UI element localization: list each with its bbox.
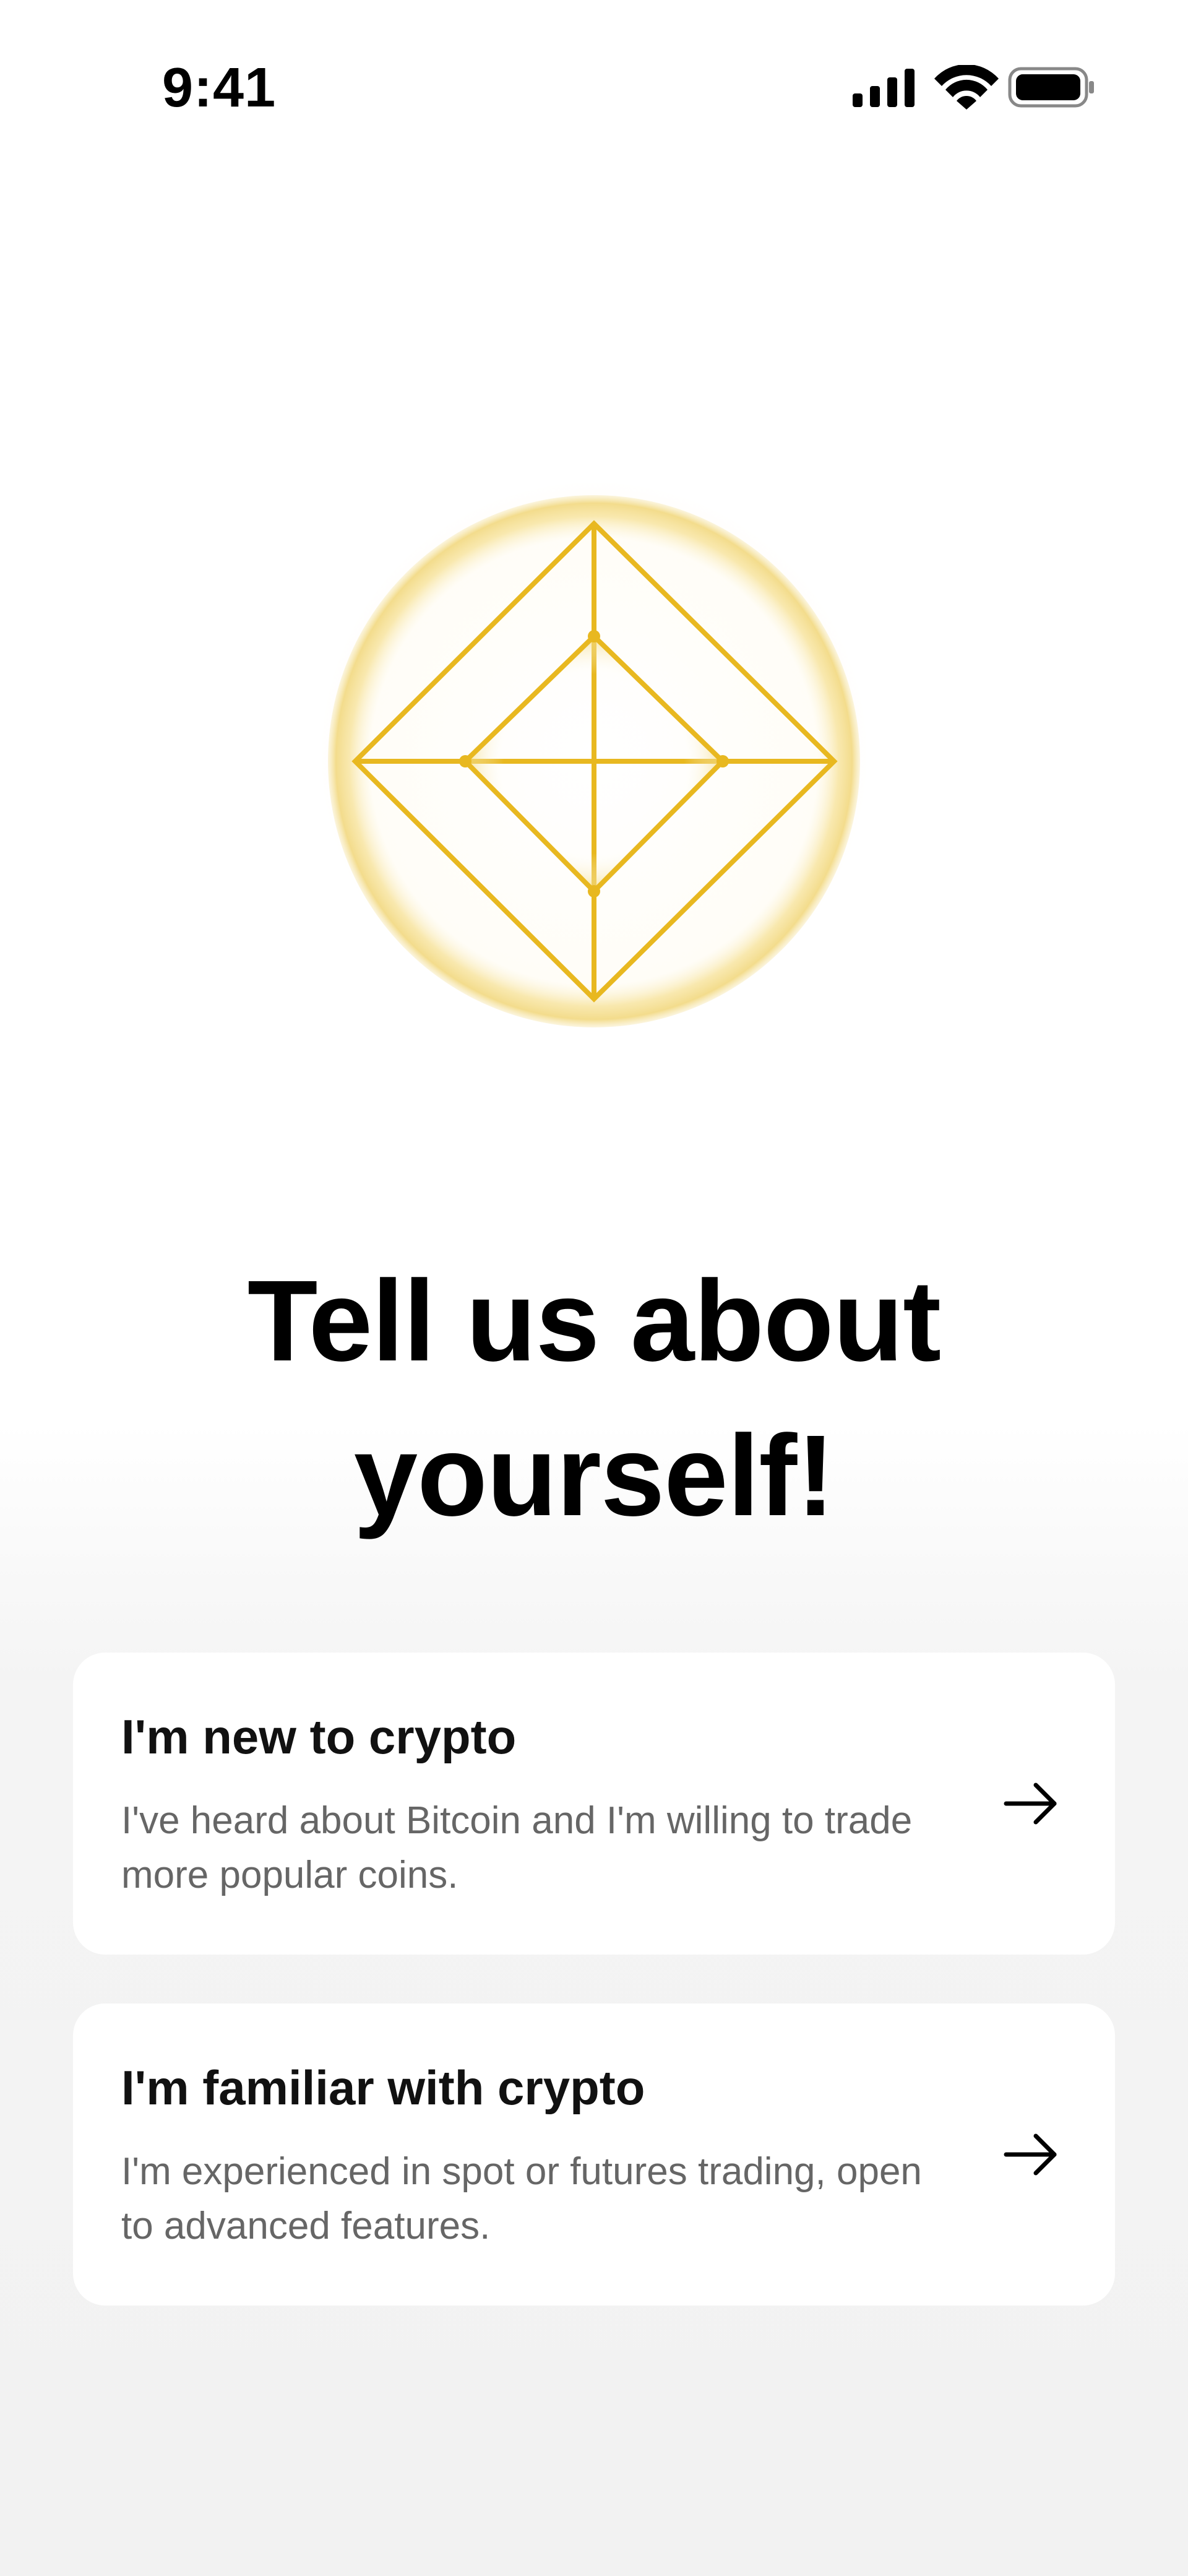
page-title: Tell us about yourself!: [247, 1257, 941, 1540]
option-title: I'm familiar with crypto: [121, 2060, 645, 2115]
status-bar: 9:41: [0, 0, 1188, 161]
arrow-right-icon[interactable]: [1001, 1774, 1061, 1833]
option-new-to-crypto[interactable]: I'm new to crypto I've heard about Bitco…: [73, 1653, 1115, 1955]
option-description: I'm experienced in spot or futures tradi…: [121, 2150, 922, 2247]
hero-emblem: [322, 483, 866, 1027]
option-title: I'm new to crypto: [121, 1709, 517, 1764]
option-description: I've heard about Bitcoin and I'm willing…: [121, 1799, 913, 1896]
option-familiar-with-crypto[interactable]: I'm familiar with crypto I'm experienced…: [73, 2003, 1115, 2306]
status-icons: [853, 65, 1094, 110]
status-time: 9:41: [162, 57, 277, 119]
cellular-signal-icon: [853, 69, 915, 107]
battery-icon: [1008, 67, 1094, 108]
diamond-emblem-icon: [328, 495, 860, 1027]
arrow-right-icon[interactable]: [1001, 2125, 1061, 2184]
wifi-icon: [934, 65, 999, 110]
